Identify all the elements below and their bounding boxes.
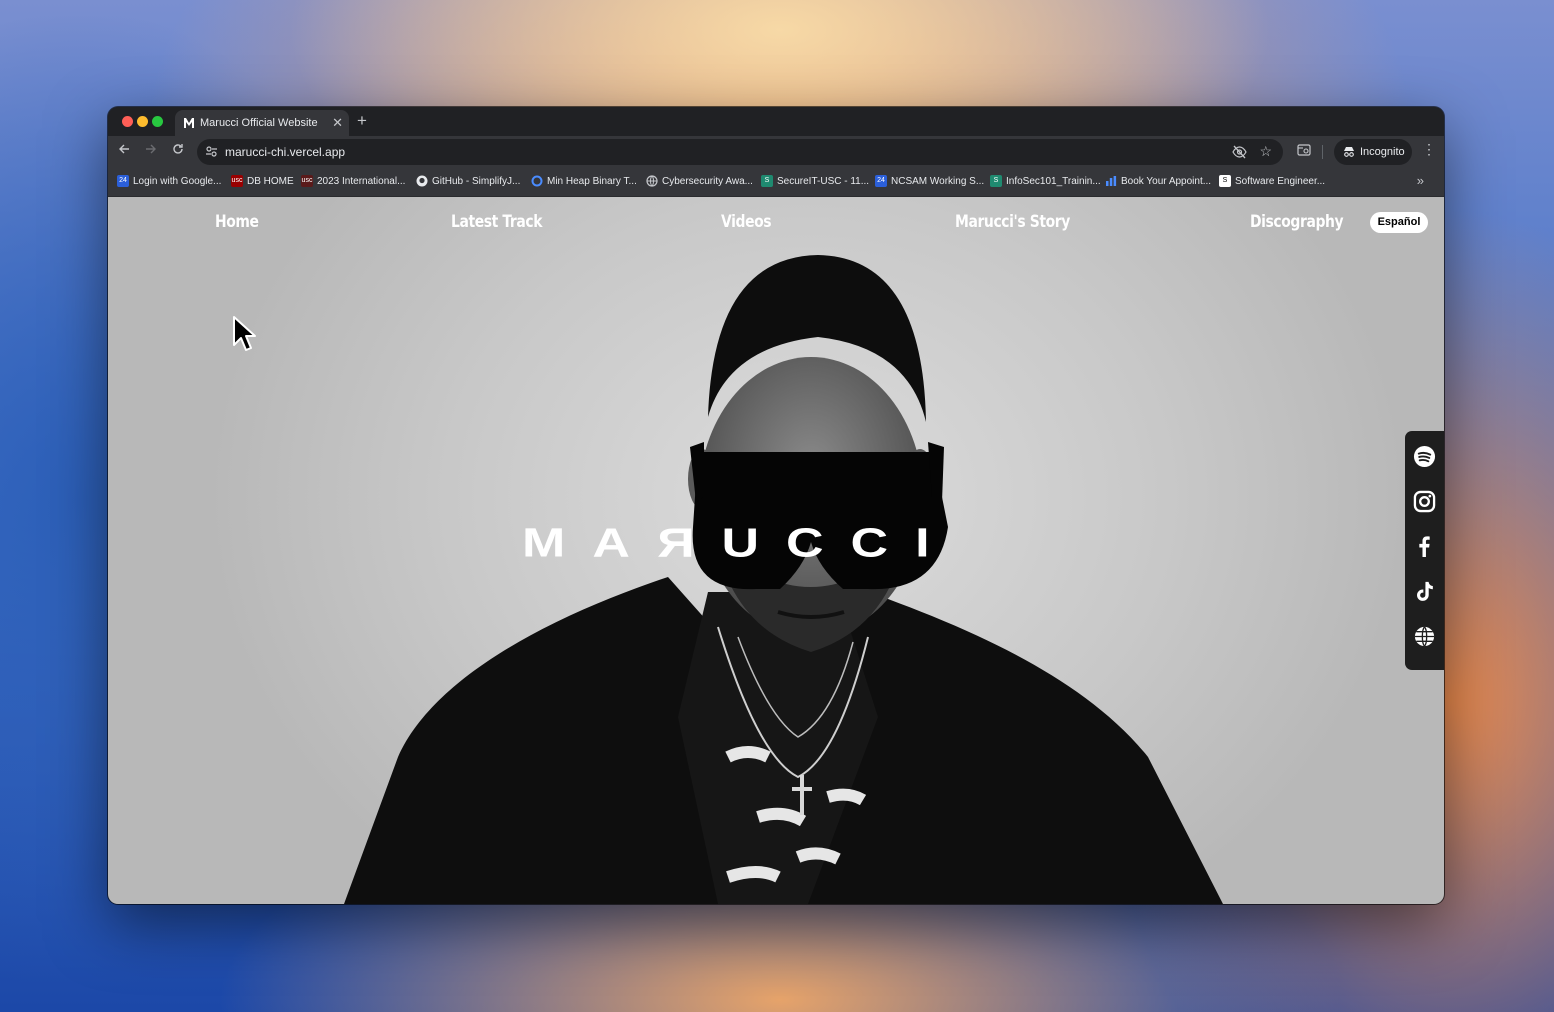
url-text[interactable]: marucci-chi.vercel.app <box>225 145 345 159</box>
nav-discography[interactable]: Discography <box>1250 212 1344 232</box>
tab-marucci[interactable]: Marucci Official Website ✕ <box>175 110 349 136</box>
incognito-icon <box>1344 147 1354 157</box>
bookmark-star-icon[interactable]: ☆ <box>1259 143 1272 160</box>
bookmarks-overflow-button[interactable]: » <box>1417 173 1424 188</box>
chart-icon <box>1106 176 1117 186</box>
secure-icon: S <box>990 175 1002 187</box>
new-tab-button[interactable]: + <box>357 111 367 131</box>
brand-logo-part: UCCI <box>721 520 957 567</box>
incognito-badge[interactable]: Incognito <box>1334 139 1412 165</box>
bookmark-item[interactable]: usc DB HOME <box>231 175 294 187</box>
facebook-icon[interactable] <box>1413 535 1436 558</box>
incognito-label: Incognito <box>1360 146 1405 158</box>
minimize-window-button[interactable] <box>137 116 148 127</box>
toolbar-divider <box>1322 145 1323 159</box>
maximize-window-button[interactable] <box>152 116 163 127</box>
brand-logo: MAR UCCI <box>522 520 957 567</box>
close-window-button[interactable] <box>122 116 133 127</box>
instagram-icon[interactable] <box>1413 490 1436 513</box>
address-bar[interactable]: marucci-chi.vercel.app ☆ <box>197 139 1283 165</box>
bookmark-item[interactable]: Book Your Appoint... <box>1105 175 1211 187</box>
m-logo-icon <box>184 118 194 128</box>
bookmark-item[interactable]: usc 2023 International... <box>301 175 405 187</box>
doc-icon: S <box>1219 175 1231 187</box>
brand-logo-reversed-letter: R <box>656 520 695 567</box>
website-page: Home Latest Track Videos Marucci's Story… <box>108 197 1444 904</box>
eye-slash-icon[interactable] <box>1232 145 1247 159</box>
tab-search-icon[interactable] <box>1297 144 1311 157</box>
usc-icon: usc <box>301 175 313 187</box>
bookmark-item[interactable]: 24 NCSAM Working S... <box>875 175 984 187</box>
gs-icon: 24 <box>117 175 129 187</box>
mouse-pointer-icon <box>233 316 256 351</box>
globe-icon <box>646 175 658 187</box>
site-settings-icon[interactable] <box>205 145 218 158</box>
bookmark-item[interactable]: Cybersecurity Awa... <box>646 175 753 187</box>
nav-home[interactable]: Home <box>215 212 259 232</box>
nav-videos[interactable]: Videos <box>721 212 772 232</box>
tab-title: Marucci Official Website <box>200 117 318 129</box>
spotify-icon[interactable] <box>1413 445 1436 468</box>
browser-menu-icon[interactable]: ⋮ <box>1422 142 1436 156</box>
browser-toolbar: marucci-chi.vercel.app ☆ Incognito ⋮ <box>108 136 1444 168</box>
bookmark-item[interactable]: GitHub - SimplifyJ... <box>416 175 520 187</box>
tiktok-icon[interactable] <box>1413 580 1436 603</box>
usc-icon: usc <box>231 175 243 187</box>
bookmark-item[interactable]: Min Heap Binary T... <box>531 175 637 187</box>
nav-latest-track[interactable]: Latest Track <box>451 212 543 232</box>
social-links-bar <box>1405 431 1444 670</box>
bookmarks-bar: 24 Login with Google... usc DB HOME usc … <box>108 168 1444 197</box>
bookmark-item[interactable]: S InfoSec101_Trainin... <box>990 175 1101 187</box>
back-arrow-icon[interactable] <box>118 143 130 155</box>
website-globe-icon[interactable] <box>1413 625 1436 648</box>
loop-icon <box>531 175 543 187</box>
secure-icon: S <box>761 175 773 187</box>
language-toggle-button[interactable]: Español <box>1370 212 1428 233</box>
github-icon <box>416 175 428 187</box>
close-tab-icon[interactable]: ✕ <box>332 115 343 131</box>
nav-marucci-story[interactable]: Marucci's Story <box>955 212 1070 232</box>
brand-logo-part: MA <box>522 520 657 567</box>
forward-arrow-icon[interactable] <box>145 143 157 155</box>
bookmark-item[interactable]: S SecureIT-USC - 11... <box>761 175 869 187</box>
browser-window: Marucci Official Website ✕ + marucci-chi… <box>108 107 1444 904</box>
reload-icon[interactable] <box>172 143 184 155</box>
bookmark-item[interactable]: S Software Engineer... <box>1219 175 1325 187</box>
tab-strip: Marucci Official Website ✕ + <box>108 107 1444 136</box>
bookmark-item[interactable]: 24 Login with Google... <box>117 175 221 187</box>
gs-icon: 24 <box>875 175 887 187</box>
